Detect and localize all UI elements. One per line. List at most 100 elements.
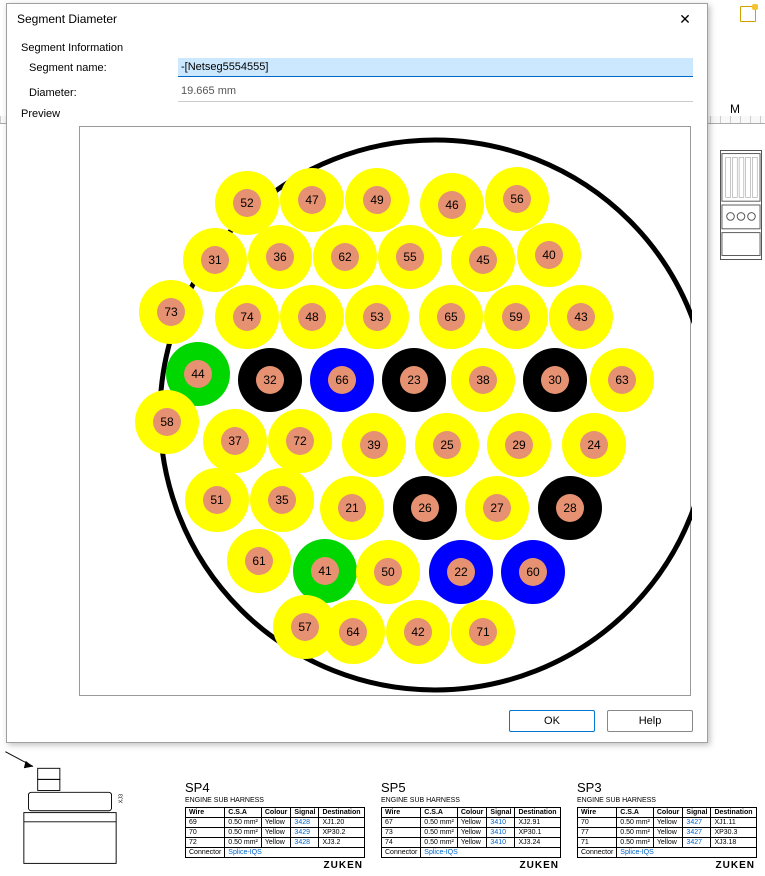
svg-text:74: 74 — [240, 310, 254, 324]
svg-text:64: 64 — [346, 625, 360, 639]
svg-text:35: 35 — [275, 493, 289, 507]
sp3-block: SP3 ENGINE SUB HARNESS WireC.S.AColourSi… — [577, 780, 755, 871]
svg-text:48: 48 — [305, 310, 319, 324]
svg-text:23: 23 — [407, 373, 421, 387]
wire-52: 52 — [215, 171, 279, 235]
wire-64: 64 — [321, 600, 385, 664]
wire-36: 36 — [248, 225, 312, 289]
svg-text:25: 25 — [440, 438, 454, 452]
wire-65: 65 — [419, 285, 483, 349]
svg-text:24: 24 — [587, 438, 601, 452]
wire-39: 39 — [342, 413, 406, 477]
svg-text:43: 43 — [574, 310, 588, 324]
wire-42: 42 — [386, 600, 450, 664]
wire-55: 55 — [378, 225, 442, 289]
svg-text:40: 40 — [542, 248, 556, 262]
svg-text:53: 53 — [370, 310, 384, 324]
close-button[interactable]: ✕ — [663, 4, 707, 34]
connector-graphic — [720, 150, 762, 260]
wire-58: 58 — [135, 390, 199, 454]
wire-25: 25 — [415, 413, 479, 477]
svg-text:42: 42 — [411, 625, 425, 639]
svg-text:21: 21 — [345, 501, 359, 515]
harness-part-graphic: XJ3 — [0, 748, 140, 868]
sp-title: SP4 — [185, 780, 363, 795]
wire-60: 60 — [501, 540, 565, 604]
svg-text:XJ3: XJ3 — [119, 794, 125, 804]
svg-text:46: 46 — [445, 198, 459, 212]
diameter-label: Diameter: — [21, 87, 178, 99]
zuken-logo: ZUKEN — [185, 860, 363, 871]
wire-38: 38 — [451, 348, 515, 412]
wire-62: 62 — [313, 225, 377, 289]
wire-50: 50 — [356, 540, 420, 604]
titlebar[interactable]: Segment Diameter ✕ — [7, 4, 707, 34]
wire-24: 24 — [562, 413, 626, 477]
svg-text:55: 55 — [403, 250, 417, 264]
wire-73: 73 — [139, 280, 203, 344]
segment-info-label: Segment Information — [21, 42, 693, 54]
svg-text:72: 72 — [293, 434, 307, 448]
wire-48: 48 — [280, 285, 344, 349]
wire-66: 66 — [310, 348, 374, 412]
wire-59: 59 — [484, 285, 548, 349]
svg-text:38: 38 — [476, 373, 490, 387]
svg-text:73: 73 — [164, 305, 178, 319]
svg-text:30: 30 — [548, 373, 562, 387]
svg-text:31: 31 — [208, 253, 222, 267]
wire-21: 21 — [320, 476, 384, 540]
svg-text:26: 26 — [418, 501, 432, 515]
svg-text:56: 56 — [510, 192, 524, 206]
wire-31: 31 — [183, 228, 247, 292]
wire-53: 53 — [345, 285, 409, 349]
wire-43: 43 — [549, 285, 613, 349]
svg-text:36: 36 — [273, 250, 287, 264]
segment-name-label: Segment name: — [21, 62, 178, 74]
svg-text:41: 41 — [318, 564, 332, 578]
svg-text:50: 50 — [381, 565, 395, 579]
wire-40: 40 — [517, 223, 581, 287]
dialog-title: Segment Diameter — [17, 12, 117, 26]
svg-text:61: 61 — [252, 554, 266, 568]
svg-text:58: 58 — [160, 415, 174, 429]
help-button[interactable]: Help — [607, 710, 693, 732]
svg-text:47: 47 — [305, 193, 319, 207]
svg-text:66: 66 — [335, 373, 349, 387]
wire-41: 41 — [293, 539, 357, 603]
wire-29: 29 — [487, 413, 551, 477]
sp-table: Wire C.S.A Colour Signal Destination 690… — [185, 807, 365, 858]
wire-72: 72 — [268, 409, 332, 473]
preview-box: 5247494656313662554540737448536559434432… — [79, 126, 691, 696]
svg-text:52: 52 — [240, 196, 254, 210]
svg-text:59: 59 — [509, 310, 523, 324]
svg-text:28: 28 — [563, 501, 577, 515]
sp5-block: SP5 ENGINE SUB HARNESS WireC.S.AColourSi… — [381, 780, 559, 871]
svg-text:65: 65 — [444, 310, 458, 324]
wire-26: 26 — [393, 476, 457, 540]
crosssection-chart: 5247494656313662554540737448536559434432… — [80, 127, 692, 697]
svg-text:63: 63 — [615, 373, 629, 387]
wire-63: 63 — [590, 348, 654, 412]
wire-37: 37 — [203, 409, 267, 473]
wire-74: 74 — [215, 285, 279, 349]
segment-name-input[interactable] — [178, 58, 693, 77]
wire-61: 61 — [227, 529, 291, 593]
wire-47: 47 — [280, 168, 344, 232]
close-icon: ✕ — [679, 11, 691, 28]
wire-45: 45 — [451, 228, 515, 292]
svg-text:45: 45 — [476, 253, 490, 267]
svg-text:32: 32 — [263, 373, 277, 387]
wire-30: 30 — [523, 348, 587, 412]
svg-text:27: 27 — [490, 501, 504, 515]
new-document-icon[interactable] — [740, 6, 756, 22]
sp-subtitle: ENGINE SUB HARNESS — [185, 797, 363, 804]
sp4-block: SP4 ENGINE SUB HARNESS Wire C.S.A Colour… — [185, 780, 363, 871]
svg-text:57: 57 — [298, 620, 312, 634]
ok-button[interactable]: OK — [509, 710, 595, 732]
wire-32: 32 — [238, 348, 302, 412]
wire-51: 51 — [185, 468, 249, 532]
sp-tables-area: SP4 ENGINE SUB HARNESS Wire C.S.A Colour… — [185, 780, 765, 871]
ruler-label: M — [730, 102, 740, 116]
wire-27: 27 — [465, 476, 529, 540]
svg-text:22: 22 — [454, 565, 468, 579]
